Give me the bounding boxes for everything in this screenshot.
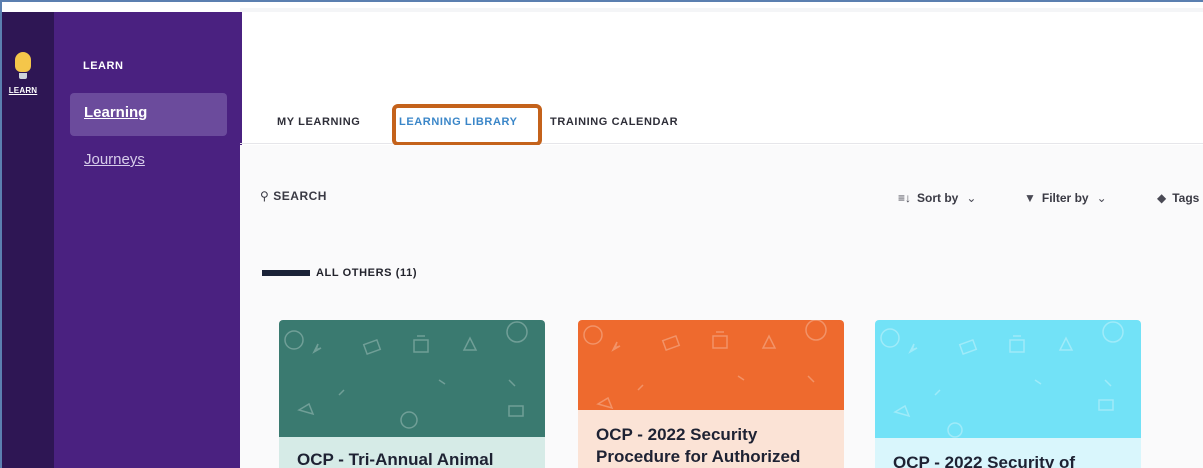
card-title-band: OCP - 2022 Security Procedure for Author… <box>578 410 844 468</box>
chevron-down-icon: ⌄ <box>1096 191 1107 205</box>
tag-icon: ◆ <box>1157 191 1167 205</box>
sort-label: Sort by <box>917 191 959 205</box>
course-card[interactable]: OCP - 2022 Security of <box>875 320 1141 468</box>
tab-bar: MY LEARNING LEARNING LIBRARY TRAINING CA… <box>240 100 1203 144</box>
card-title-band: OCP - 2022 Security of <box>875 438 1141 468</box>
group-bar <box>262 269 310 276</box>
course-card[interactable]: OCP - Tri-Annual Animal <box>279 320 545 468</box>
group-label: ALL OTHERS (11) <box>316 266 418 279</box>
group-header: ALL OTHERS (11) <box>262 264 417 282</box>
sort-dropdown[interactable]: ≡↓ Sort by ⌄ <box>898 191 976 205</box>
course-card[interactable]: OCP - 2022 Security Procedure for Author… <box>578 320 844 468</box>
sidebar-item-learning[interactable]: Learning <box>70 93 227 136</box>
rail-app-label: LEARN <box>8 86 38 95</box>
search-label: SEARCH <box>273 189 327 203</box>
tab-training-calendar[interactable]: TRAINING CALENDAR <box>550 116 678 128</box>
card-title: OCP - 2022 Security of <box>893 453 1076 468</box>
sidebar-title: LEARN <box>83 60 124 72</box>
sidebar-item-journeys[interactable]: Journeys <box>70 143 227 177</box>
search-button[interactable]: ⚲ SEARCH <box>260 189 327 203</box>
sidebar: LEARN Learning Journeys <box>54 12 242 468</box>
card-title-band: OCP - Tri-Annual Animal <box>279 437 545 468</box>
tags-label: Tags <box>1172 191 1200 205</box>
tags-dropdown[interactable]: ◆ Tags <box>1157 191 1199 205</box>
rail-app-learn[interactable]: LEARN <box>6 52 40 95</box>
chevron-down-icon: ⌄ <box>966 191 977 205</box>
top-strip <box>240 8 1203 12</box>
filter-icon: ▼ <box>1024 191 1036 205</box>
lightbulb-icon <box>12 52 34 86</box>
filter-dropdown[interactable]: ▼ Filter by ⌄ <box>1024 191 1107 205</box>
sort-icon: ≡↓ <box>898 191 912 205</box>
card-title: OCP - 2022 Security Procedure for Author… <box>596 425 801 466</box>
app-rail: LEARN <box>2 12 54 468</box>
search-icon: ⚲ <box>260 189 270 203</box>
filter-label: Filter by <box>1041 191 1089 205</box>
highlight-annotation <box>392 104 542 146</box>
card-title: OCP - Tri-Annual Animal <box>297 450 494 468</box>
tab-my-learning[interactable]: MY LEARNING <box>277 116 360 128</box>
